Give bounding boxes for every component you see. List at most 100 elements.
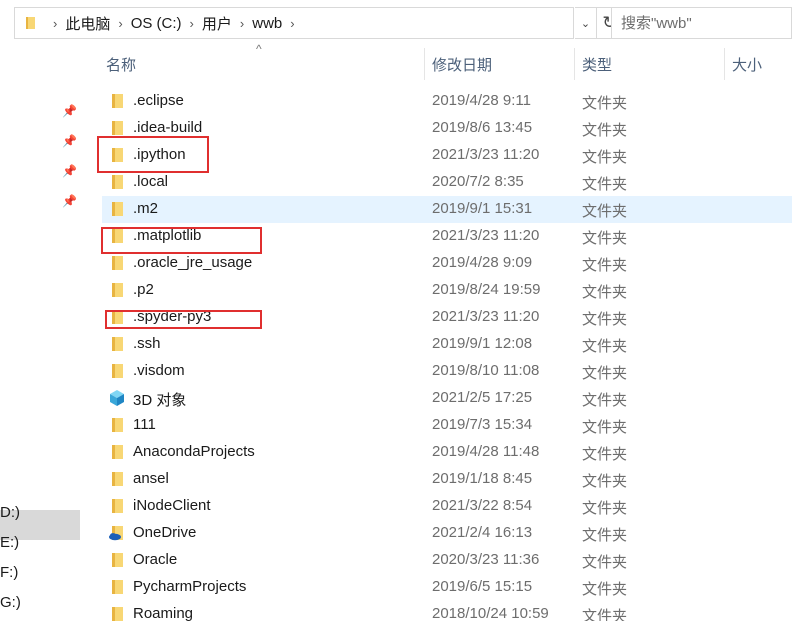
- folder-icon: [112, 607, 123, 621]
- file-type: 文件夹: [582, 446, 628, 463]
- nav-item-drive-f[interactable]: F:): [0, 564, 18, 581]
- file-type: 文件夹: [582, 95, 628, 112]
- file-date: 2019/4/28 11:48: [432, 443, 540, 460]
- file-name: .local: [133, 173, 169, 190]
- folder-icon: [112, 283, 123, 297]
- breadcrumb-users[interactable]: 用户: [202, 13, 232, 34]
- nav-item-drive-d[interactable]: D:): [0, 504, 20, 521]
- file-name: .oracle_jre_usage: [133, 254, 253, 271]
- chevron-right-icon[interactable]: ›: [190, 16, 194, 31]
- nav-item-drive-e[interactable]: E:): [0, 534, 19, 551]
- file-type: 文件夹: [582, 581, 628, 598]
- file-row[interactable]: .eclipse 2019/4/28 9:11 文件夹: [102, 88, 792, 115]
- pin-icon[interactable]: 📌: [62, 194, 77, 208]
- chevron-right-icon[interactable]: ›: [290, 16, 294, 31]
- column-divider[interactable]: [724, 48, 725, 80]
- file-row[interactable]: .visdom 2019/8/10 11:08 文件夹: [102, 358, 792, 385]
- breadcrumb-this-pc[interactable]: 此电脑: [65, 13, 110, 34]
- search-box[interactable]: [611, 7, 792, 39]
- file-type: 文件夹: [582, 176, 628, 193]
- file-row[interactable]: AnacondaProjects 2019/4/28 11:48 文件夹: [102, 439, 792, 466]
- file-name: 111: [133, 416, 156, 433]
- file-name: 3D 对象: [133, 392, 187, 409]
- file-row[interactable]: .m2 2019/9/1 15:31 文件夹: [102, 196, 792, 223]
- folder-icon: [112, 580, 123, 594]
- file-row[interactable]: Roaming 2018/10/24 10:59 文件夹: [102, 601, 792, 621]
- file-row[interactable]: .ssh 2019/9/1 12:08 文件夹: [102, 331, 792, 358]
- file-name: Oracle: [133, 551, 178, 568]
- file-row[interactable]: 3D 对象 2021/2/5 17:25 文件夹: [102, 385, 792, 412]
- pin-icon[interactable]: 📌: [62, 164, 77, 178]
- search-input[interactable]: [612, 8, 791, 38]
- column-header-size[interactable]: 大小: [732, 54, 762, 74]
- file-row[interactable]: iNodeClient 2021/3/22 8:54 文件夹: [102, 493, 792, 520]
- chevron-right-icon[interactable]: ›: [240, 16, 244, 31]
- file-row[interactable]: .p2 2019/8/24 19:59 文件夹: [102, 277, 792, 304]
- file-date: 2021/3/23 11:20: [432, 308, 540, 325]
- file-date: 2019/7/3 15:34: [432, 416, 533, 433]
- annotation-box: [97, 136, 209, 173]
- file-date: 2019/9/1 15:31: [432, 200, 533, 217]
- file-date: 2019/8/24 19:59: [432, 281, 541, 298]
- column-header-name[interactable]: 名称: [106, 54, 136, 74]
- address-history-button[interactable]: ⌄: [575, 7, 597, 39]
- breadcrumb: › 此电脑 › OS (C:) › 用户 › wwb ›: [45, 8, 303, 38]
- file-row[interactable]: Oracle 2020/3/23 11:36 文件夹: [102, 547, 792, 574]
- chevron-right-icon[interactable]: ›: [118, 16, 122, 31]
- folder-icon: [112, 94, 123, 108]
- address-bar[interactable]: › 此电脑 › OS (C:) › 用户 › wwb ›: [14, 7, 574, 39]
- navigation-pane: 📌 📌 📌 📌 D:) E:) F:) G:): [0, 44, 80, 621]
- pin-icon[interactable]: 📌: [62, 134, 77, 148]
- folder-icon: [26, 17, 35, 29]
- nav-item-drive-g[interactable]: G:): [0, 594, 21, 611]
- annotation-box: [105, 310, 262, 329]
- file-type: 文件夹: [582, 122, 628, 139]
- file-date: 2019/9/1 12:08: [432, 335, 533, 352]
- file-type: 文件夹: [582, 149, 628, 166]
- pin-icon[interactable]: 📌: [62, 104, 77, 118]
- folder-icon: [112, 499, 123, 513]
- chevron-right-icon[interactable]: ›: [53, 16, 57, 31]
- file-date: 2021/3/22 8:54: [432, 497, 533, 514]
- column-header-date[interactable]: 修改日期: [432, 54, 492, 74]
- file-date: 2019/6/5 15:15: [432, 578, 533, 595]
- folder-icon: [112, 337, 123, 351]
- column-divider[interactable]: [424, 48, 425, 80]
- file-type: 文件夹: [582, 419, 628, 436]
- file-row[interactable]: .local 2020/7/2 8:35 文件夹: [102, 169, 792, 196]
- address-bar-row: › 此电脑 › OS (C:) › 用户 › wwb › ⌄ ↻: [0, 0, 792, 44]
- folder-icon: [112, 553, 123, 567]
- file-name: AnacondaProjects: [133, 443, 255, 460]
- file-date: 2021/2/4 16:13: [432, 524, 533, 541]
- file-row[interactable]: 111 2019/7/3 15:34 文件夹: [102, 412, 792, 439]
- file-type: 文件夹: [582, 311, 628, 328]
- file-date: 2020/7/2 8:35: [432, 173, 524, 190]
- file-name: Roaming: [133, 605, 194, 621]
- file-date: 2019/4/28 9:09: [432, 254, 533, 271]
- file-type: 文件夹: [582, 257, 628, 274]
- file-date: 2019/8/6 13:45: [432, 119, 533, 136]
- file-name: .eclipse: [133, 92, 184, 109]
- sort-ascending-icon: ^: [256, 42, 262, 56]
- file-name: .idea-build: [133, 119, 203, 136]
- file-type: 文件夹: [582, 230, 628, 247]
- column-header-type[interactable]: 类型: [582, 54, 612, 74]
- file-date: 2020/3/23 11:36: [432, 551, 540, 568]
- breadcrumb-wwb[interactable]: wwb: [252, 15, 282, 32]
- file-name: ansel: [133, 470, 169, 487]
- file-row[interactable]: PycharmProjects 2019/6/5 15:15 文件夹: [102, 574, 792, 601]
- file-row[interactable]: .oracle_jre_usage 2019/4/28 9:09 文件夹: [102, 250, 792, 277]
- file-name: PycharmProjects: [133, 578, 247, 595]
- onedrive-icon: [109, 526, 123, 541]
- file-row[interactable]: ansel 2019/1/18 8:45 文件夹: [102, 466, 792, 493]
- file-row[interactable]: OneDrive 2021/2/4 16:13 文件夹: [102, 520, 792, 547]
- chevron-down-icon: ⌄: [580, 17, 591, 30]
- file-name: .visdom: [133, 362, 185, 379]
- column-divider[interactable]: [574, 48, 575, 80]
- file-type: 文件夹: [582, 608, 628, 621]
- file-type: 文件夹: [582, 527, 628, 544]
- file-type: 文件夹: [582, 365, 628, 382]
- file-type: 文件夹: [582, 473, 628, 490]
- folder-icon: [112, 256, 123, 270]
- breadcrumb-os-drive[interactable]: OS (C:): [131, 15, 182, 32]
